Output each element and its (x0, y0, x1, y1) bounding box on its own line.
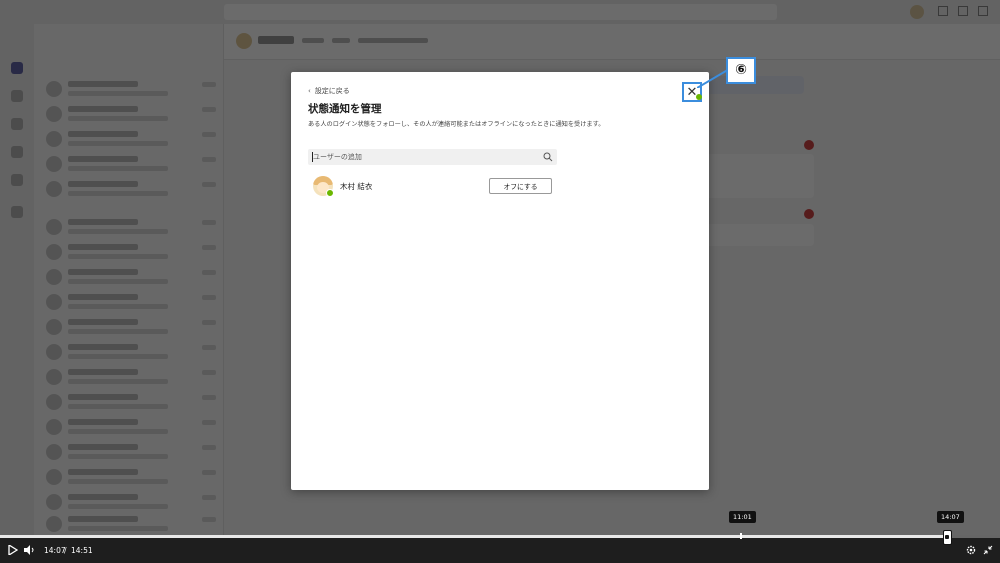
hover-marker (740, 533, 742, 539)
current-time-tooltip: 14:07 (937, 511, 964, 523)
dialog-description: ある人のログイン状態をフォローし、その人が連絡可能またはオフラインになったときに… (308, 121, 605, 128)
exit-fullscreen-icon[interactable] (983, 545, 993, 555)
back-link-label: 設定に戻る (314, 87, 350, 95)
video-player-bar (0, 537, 1000, 563)
user-name: 木村 結衣 (340, 182, 373, 191)
volume-icon[interactable] (24, 545, 36, 555)
gear-icon[interactable] (966, 545, 976, 555)
total-time: 14:51 (71, 546, 93, 555)
time-separator: / (64, 546, 67, 555)
play-icon[interactable] (8, 545, 18, 555)
search-icon[interactable] (543, 152, 553, 162)
turn-off-button[interactable]: オフにする (489, 178, 552, 194)
chevron-left-icon: ‹ (308, 87, 311, 95)
back-to-settings-link[interactable]: ‹ 設定に戻る (308, 86, 350, 96)
add-user-input[interactable] (308, 149, 533, 165)
step-number-badge: ⑥ (726, 57, 756, 84)
scrubber-handle[interactable] (943, 530, 952, 545)
presence-available-icon (326, 189, 334, 197)
status-notification-dialog: ‹ 設定に戻る 状態通知を管理 ある人のログイン状態をフォローし、その人が連絡可… (291, 72, 709, 490)
add-user-search[interactable] (308, 149, 557, 165)
current-time: 14:07 (44, 546, 66, 555)
progress-bar[interactable] (0, 535, 1000, 538)
cursor-pin-icon (696, 94, 702, 100)
text-caret (312, 152, 313, 162)
dialog-title: 状態通知を管理 (308, 103, 382, 115)
progress-fill (0, 535, 948, 538)
hover-time-tooltip: 11:01 (729, 511, 756, 523)
